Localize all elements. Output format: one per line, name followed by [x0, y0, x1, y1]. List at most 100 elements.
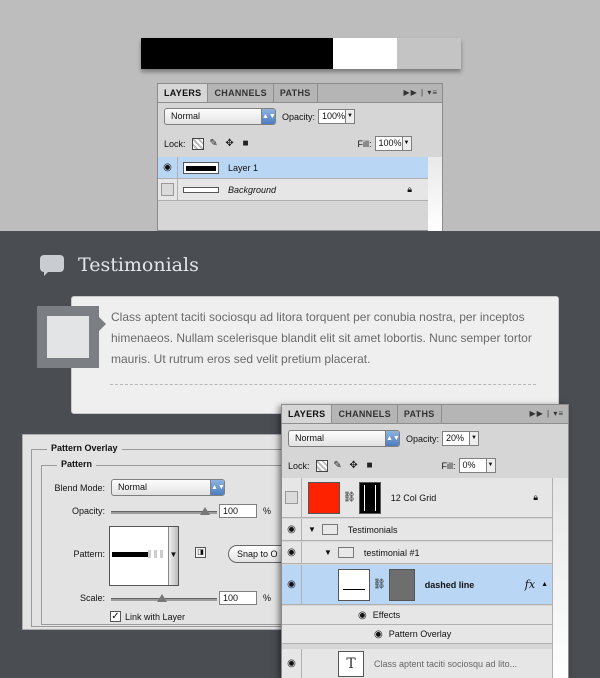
new-preset-icon[interactable]: ◨ — [195, 547, 206, 558]
expand-triangle-icon[interactable]: ▼ — [308, 525, 316, 534]
opacity-unit: % — [263, 506, 272, 516]
blend-row: Normal ▲▼ Opacity: 100% ▼ — [164, 108, 442, 125]
opacity-input[interactable]: 100% — [318, 109, 347, 124]
layer-name: Testimonials — [347, 524, 398, 535]
layer-name: Background — [228, 184, 277, 195]
layer-effect-pattern-overlay-row[interactable]: ◉ Pattern Overlay — [282, 625, 552, 644]
fill-arrow-icon[interactable]: ▼ — [402, 136, 412, 151]
layer-thumbnail — [183, 161, 219, 174]
effect-label: Pattern Overlay — [388, 629, 452, 639]
tab-channels[interactable]: CHANNELS — [332, 405, 398, 423]
folder-icon — [337, 547, 354, 558]
thumb-content — [343, 588, 365, 590]
layer-name: Class aptent taciti sociosqu ad lito... — [374, 658, 518, 669]
dashed-divider — [110, 384, 536, 385]
panel-tabs: LAYERS CHANNELS PATHS ▶▶ | ▾≡ — [282, 405, 568, 424]
layer-name: Layer 1 — [228, 162, 259, 173]
fill-arrow-icon[interactable]: ▼ — [486, 458, 496, 473]
scale-label: Scale: — [79, 593, 105, 603]
lock-label: Lock: — [164, 138, 186, 149]
visibility-toggle[interactable] — [158, 178, 178, 201]
opacity-arrow-icon[interactable]: ▼ — [470, 431, 480, 446]
blend-mode-select[interactable]: Normal ▲▼ — [111, 479, 225, 496]
panel-menu-icon[interactable]: ▶▶ | ▾≡ — [529, 405, 564, 423]
chevron-updown-icon: ▲▼ — [210, 480, 225, 495]
top-layers-panel: LAYERS CHANNELS PATHS ▶▶ | ▾≡ Normal ▲▼ … — [157, 83, 443, 231]
layer-effects-row[interactable]: ◉ Effects — [282, 606, 552, 625]
effects-label: Effects — [372, 610, 401, 620]
opacity-arrow-icon[interactable]: ▼ — [346, 109, 356, 124]
pattern-picker-arrow-icon[interactable]: ▼ — [168, 527, 178, 585]
layer-row-layer1[interactable]: ◉ Layer 1 — [158, 156, 428, 179]
scale-slider-knob[interactable] — [157, 594, 167, 602]
panel-scrollbar[interactable] — [428, 157, 442, 231]
collapse-triangle-icon[interactable]: ▲ — [541, 581, 548, 588]
fill-label: Fill: — [357, 138, 372, 149]
pattern-preview-transparent — [148, 550, 166, 558]
folder-icon — [321, 524, 338, 535]
tab-paths[interactable]: PATHS — [398, 405, 442, 423]
layer-group-testimonial-1[interactable]: ◉ ▼ testimonial #1 — [282, 541, 552, 564]
layer-row-grid[interactable]: ⛓︎ 12 Col Grid 🔒︎ — [282, 477, 552, 518]
eye-icon[interactable]: ◉ — [282, 648, 302, 678]
layer-row-text[interactable]: ◉ T Class aptent taciti sociosqu ad lito… — [282, 648, 552, 678]
eye-icon[interactable]: ◉ — [358, 610, 367, 621]
tab-layers[interactable]: LAYERS — [158, 84, 209, 102]
blend-mode-value: Normal — [171, 111, 201, 121]
tab-paths[interactable]: PATHS — [274, 84, 318, 102]
scale-input[interactable]: 100 — [219, 591, 257, 605]
section-title: Testimonials — [78, 254, 199, 276]
fill-input[interactable]: 0% — [458, 458, 487, 473]
panel-scrollbar[interactable] — [552, 478, 568, 678]
tab-channels[interactable]: CHANNELS — [208, 84, 274, 102]
lock-icon: 🔒︎ — [407, 184, 412, 194]
lock-all-icon[interactable]: ■ — [240, 138, 252, 150]
lock-transparency-icon[interactable] — [315, 459, 328, 472]
lock-brush-icon[interactable]: ✎ — [208, 138, 220, 150]
visibility-toggle[interactable] — [282, 477, 302, 518]
panel-menu-icon[interactable]: ▶▶ | ▾≡ — [403, 84, 438, 102]
tab-layers[interactable]: LAYERS — [282, 405, 333, 423]
chevron-updown-icon: ▲▼ — [385, 431, 400, 446]
eye-icon[interactable]: ◉ — [374, 629, 383, 640]
lock-transparency-icon[interactable] — [191, 137, 204, 150]
opacity-slider-knob[interactable] — [200, 507, 210, 515]
expand-triangle-icon[interactable]: ▼ — [324, 548, 332, 557]
layer-row-background[interactable]: Background 🔒︎ — [158, 178, 428, 201]
opacity-label: Opacity: — [282, 111, 316, 122]
layer-group-testimonials[interactable]: ◉ ▼ Testimonials — [282, 518, 552, 541]
speech-bubble-icon — [40, 255, 64, 276]
empty-eye-box — [161, 183, 174, 196]
thumb-content — [186, 165, 216, 171]
layer-row-dashed-line[interactable]: ◉ ⛓︎ dashed line fx ▲ — [282, 564, 552, 605]
lock-move-icon[interactable]: ✥ — [224, 138, 236, 150]
avatar — [37, 306, 106, 368]
opacity-input[interactable]: 100 — [219, 504, 257, 518]
blend-mode-value: Normal — [118, 482, 148, 492]
opacity-input[interactable]: 20% — [442, 431, 471, 446]
pattern-section-title: Pattern — [57, 459, 97, 469]
text-layer-icon: T — [338, 650, 364, 677]
eye-icon[interactable]: ◉ — [282, 541, 302, 564]
eye-icon[interactable]: ◉ — [158, 156, 178, 179]
layer-name: 12 Col Grid — [390, 492, 437, 503]
blend-mode-select[interactable]: Normal ▲▼ — [164, 108, 276, 125]
testimonial-quote: Class aptent taciti sociosqu ad litora t… — [111, 310, 532, 366]
lock-all-icon[interactable]: ■ — [364, 460, 376, 472]
bottom-layers-panel: LAYERS CHANNELS PATHS ▶▶ | ▾≡ Normal ▲▼ … — [281, 404, 569, 678]
lock-row: Lock: ✎ ✥ ■ Fill: 0% ▼ — [288, 458, 568, 473]
lock-move-icon[interactable]: ✥ — [348, 460, 360, 472]
blend-mode-label: Blend Mode: — [54, 483, 105, 493]
eye-icon[interactable]: ◉ — [282, 518, 302, 541]
lock-brush-icon[interactable]: ✎ — [332, 460, 344, 472]
fx-icon[interactable]: fx — [525, 578, 535, 591]
pattern-preview[interactable]: ▼ — [109, 526, 179, 586]
blend-mode-value: Normal — [295, 433, 325, 443]
link-with-layer-checkbox[interactable]: ✓ — [110, 611, 121, 622]
blend-mode-select[interactable]: Normal ▲▼ — [288, 430, 400, 447]
lock-icon: 🔒︎ — [533, 492, 538, 502]
fill-input[interactable]: 100% — [374, 136, 403, 151]
eye-icon[interactable]: ◉ — [282, 564, 302, 605]
